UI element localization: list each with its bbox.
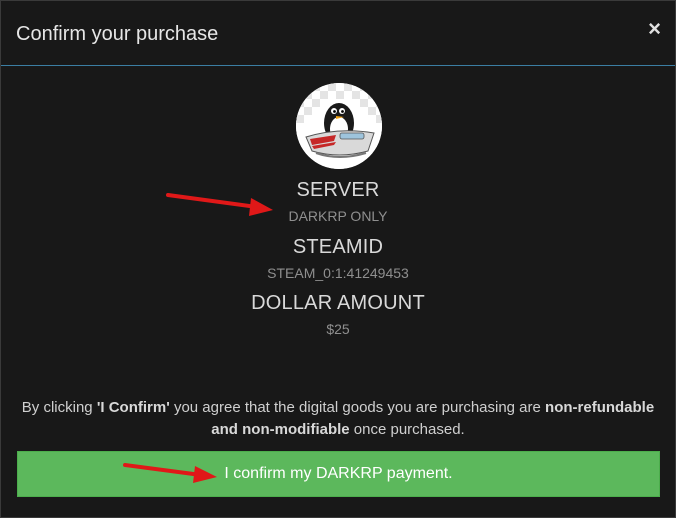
amount-value: $25 [326, 321, 350, 337]
amount-info: DOLLAR AMOUNT $25 [1, 292, 675, 337]
terms-notice: By clicking 'I Confirm' you agree that t… [21, 397, 655, 441]
annotation-arrow-icon [123, 463, 217, 483]
server-label: SERVER [296, 179, 380, 201]
amount-label: DOLLAR AMOUNT [251, 292, 425, 314]
confirm-payment-button[interactable]: I confirm my DARKRP payment. [17, 451, 660, 497]
annotation-arrow-icon [166, 193, 273, 216]
notice-post: once purchased. [349, 421, 465, 438]
steamid-value: STEAM_0:1:41249453 [267, 265, 409, 281]
steamid-label: STEAMID [292, 236, 384, 258]
modal-header: Confirm your purchase × [1, 1, 675, 66]
steamid-info: STEAMID STEAM_0:1:41249453 [1, 236, 675, 281]
modal-title: Confirm your purchase [16, 23, 219, 45]
notice-mid: you agree that the digital goods you are… [169, 399, 546, 416]
penguin-avatar-icon [296, 83, 382, 169]
notice-confirm-term: 'I Confirm' [96, 399, 170, 416]
server-value: DARKRP ONLY [288, 208, 388, 224]
confirm-payment-label: I confirm my DARKRP payment. [224, 465, 453, 482]
notice-pre: By clicking [21, 399, 97, 416]
purchase-confirm-modal: Confirm your purchase × SERVER DARKRP ON… [0, 0, 676, 518]
server-info: SERVER DARKRP ONLY [1, 179, 675, 224]
close-icon[interactable]: × [648, 17, 661, 41]
